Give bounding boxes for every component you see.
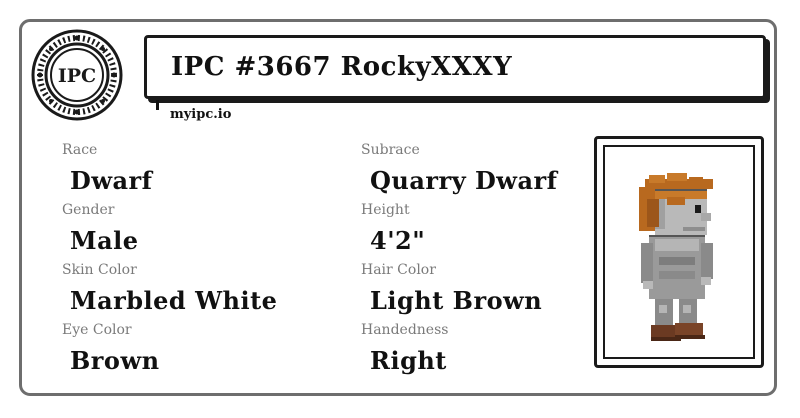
height-value: 4'2": [370, 226, 426, 255]
site-link[interactable]: myipc.io: [170, 107, 231, 122]
skin-color-label: Skin Color: [62, 262, 137, 278]
eye-color-value: Brown: [70, 346, 160, 375]
race-value: Dwarf: [70, 166, 153, 195]
gender-value: Male: [70, 226, 139, 255]
title-divider: [156, 100, 159, 110]
skin-color-value: Marbled White: [70, 286, 278, 315]
hair-color-label: Hair Color: [361, 262, 436, 278]
handedness-label: Handedness: [361, 322, 449, 338]
race-label: Race: [62, 142, 98, 158]
handedness-value: Right: [370, 346, 447, 375]
subrace-value: Quarry Dwarf: [370, 166, 558, 195]
title-banner: IPC #3667 RockyXXXY: [144, 35, 766, 99]
eye-color-label: Eye Color: [62, 322, 132, 338]
card-title: IPC #3667 RockyXXXY: [171, 52, 513, 82]
dwarf-character-sprite: [639, 173, 713, 341]
hair-color-value: Light Brown: [370, 286, 543, 315]
gender-label: Gender: [62, 202, 115, 218]
portrait-frame: [594, 136, 764, 368]
logo-text: IPC: [58, 65, 96, 87]
height-label: Height: [361, 202, 410, 218]
ipc-seal-logo: IPC: [31, 29, 123, 121]
portrait-inner-frame: [603, 145, 755, 359]
subrace-label: Subrace: [361, 142, 420, 158]
